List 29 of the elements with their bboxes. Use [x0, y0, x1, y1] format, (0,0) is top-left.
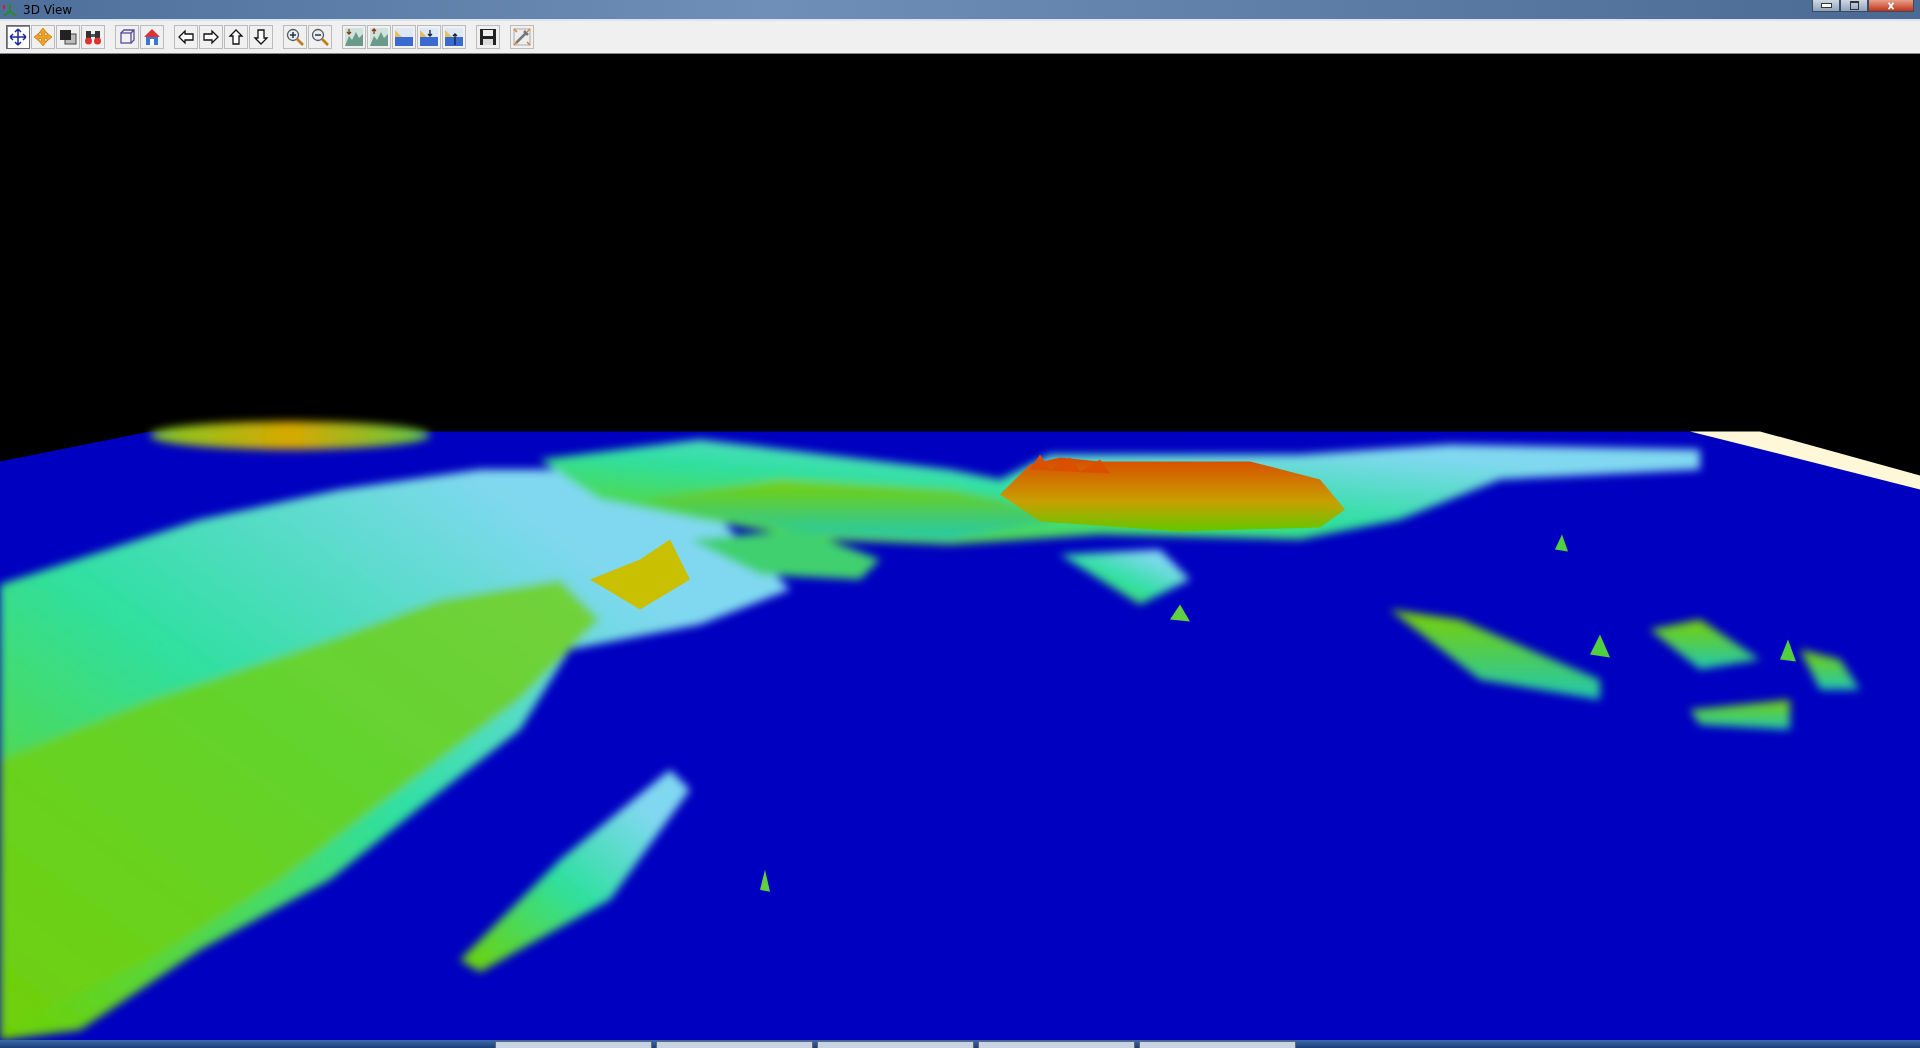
up-tool-button[interactable]	[224, 25, 248, 49]
down-tool-button[interactable]	[249, 25, 273, 49]
pan-tool-button[interactable]	[6, 25, 30, 49]
taskbar-tab[interactable]	[1139, 1041, 1296, 1048]
close-icon	[1886, 1, 1896, 10]
save-tool-button[interactable]	[476, 25, 500, 49]
right-tool-button[interactable]	[199, 25, 223, 49]
zoom-out-tool-button[interactable]	[308, 25, 332, 49]
water-tool-button[interactable]	[392, 25, 416, 49]
axes-icon	[2, 1, 18, 18]
home-tool-button[interactable]	[140, 25, 164, 49]
close-button[interactable]	[1868, 0, 1914, 12]
layers-tool-button[interactable]	[56, 25, 80, 49]
window-title: 3D View	[23, 2, 73, 17]
binoculars-tool-button[interactable]	[81, 25, 105, 49]
taskbar-tab[interactable]	[978, 1041, 1135, 1048]
maximize-button[interactable]	[1840, 0, 1868, 12]
water-up-tool-button[interactable]	[442, 25, 466, 49]
taskbar-tab[interactable]	[656, 1041, 813, 1048]
taskbar-tab[interactable]	[495, 1041, 652, 1048]
settings-tool-button[interactable]	[510, 25, 534, 49]
water-down-tool-button[interactable]	[417, 25, 441, 49]
terrain-up-tool-button[interactable]	[367, 25, 391, 49]
terrain-down-tool-button[interactable]	[342, 25, 366, 49]
taskbar-tab[interactable]	[817, 1041, 974, 1048]
zoom-in-tool-button[interactable]	[283, 25, 307, 49]
minimize-button[interactable]	[1812, 0, 1840, 12]
cube-tool-button[interactable]	[115, 25, 139, 49]
left-tool-button[interactable]	[174, 25, 198, 49]
